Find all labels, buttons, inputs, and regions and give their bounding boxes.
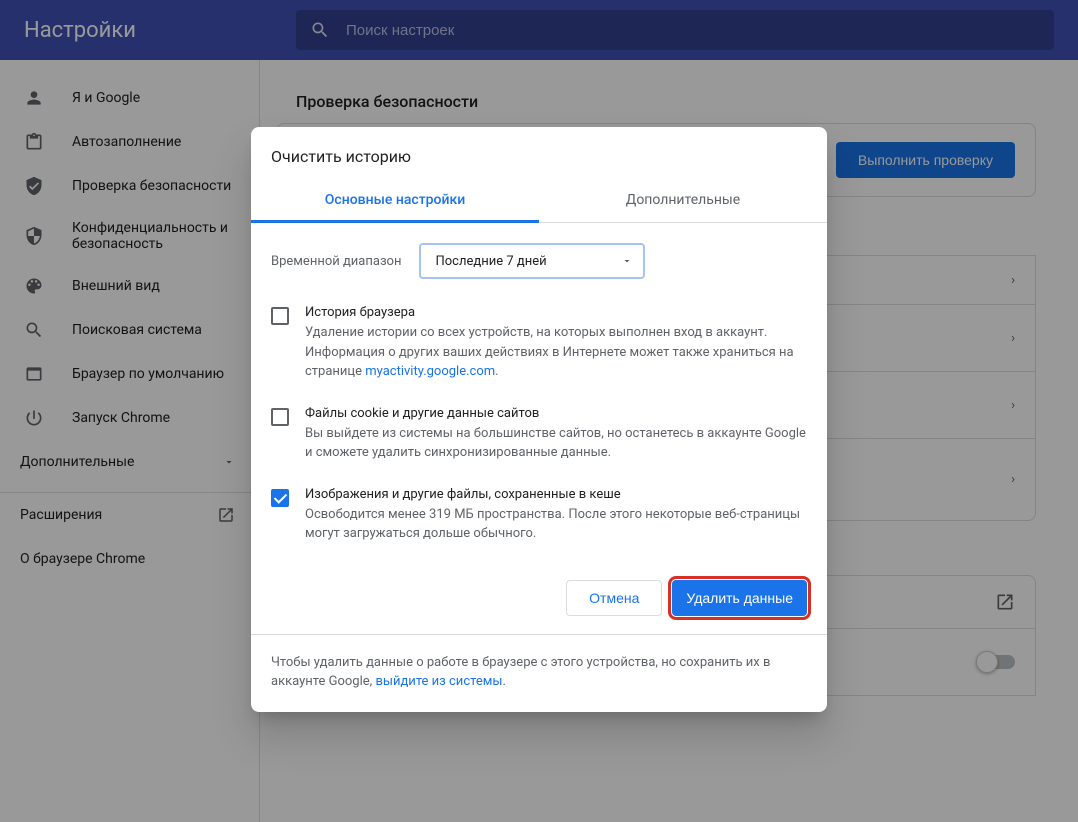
cancel-button[interactable]: Отмена <box>566 580 662 616</box>
opt-title: Файлы cookie и другие данные сайтов <box>305 406 807 421</box>
time-range-select[interactable]: Последние 7 дней <box>419 243 645 279</box>
myactivity-link[interactable]: myactivity.google.com <box>365 364 495 379</box>
signout-link[interactable]: выйдите из системы <box>375 674 502 689</box>
dialog-tabs: Основные настройки Дополнительные <box>251 178 827 223</box>
opt-desc: Освободится менее 319 МБ пространства. П… <box>305 505 807 544</box>
time-range-row: Временной диапазон Последние 7 дней <box>251 223 827 289</box>
delete-data-button[interactable]: Удалить данные <box>672 580 807 616</box>
dialog-title: Очистить историю <box>251 127 827 170</box>
range-value: Последние 7 дней <box>435 254 546 269</box>
checkbox-history[interactable] <box>271 307 289 325</box>
option-cache: Изображения и другие файлы, сохраненные … <box>271 475 807 556</box>
range-label: Временной диапазон <box>271 254 401 269</box>
clear-history-dialog: Очистить историю Основные настройки Допо… <box>251 127 827 712</box>
opt-title: История браузера <box>305 305 807 320</box>
opt-title: Изображения и другие файлы, сохраненные … <box>305 487 807 502</box>
checkbox-cookies[interactable] <box>271 408 289 426</box>
dialog-actions: Отмена Удалить данные <box>251 556 827 634</box>
option-history: История браузера Удаление истории со все… <box>271 293 807 394</box>
opt-desc: Удаление истории со всех устройств, на к… <box>305 323 807 382</box>
checkbox-cache[interactable] <box>271 489 289 507</box>
option-cookies: Файлы cookie и другие данные сайтов Вы в… <box>271 394 807 475</box>
dialog-footer: Чтобы удалить данные о работе в браузере… <box>251 634 827 712</box>
opt-desc: Вы выйдете из системы на большинстве сай… <box>305 424 807 463</box>
options-list: История браузера Удаление истории со все… <box>251 289 827 556</box>
tab-advanced[interactable]: Дополнительные <box>539 178 827 222</box>
tab-basic[interactable]: Основные настройки <box>251 178 539 222</box>
dropdown-icon <box>621 255 633 267</box>
